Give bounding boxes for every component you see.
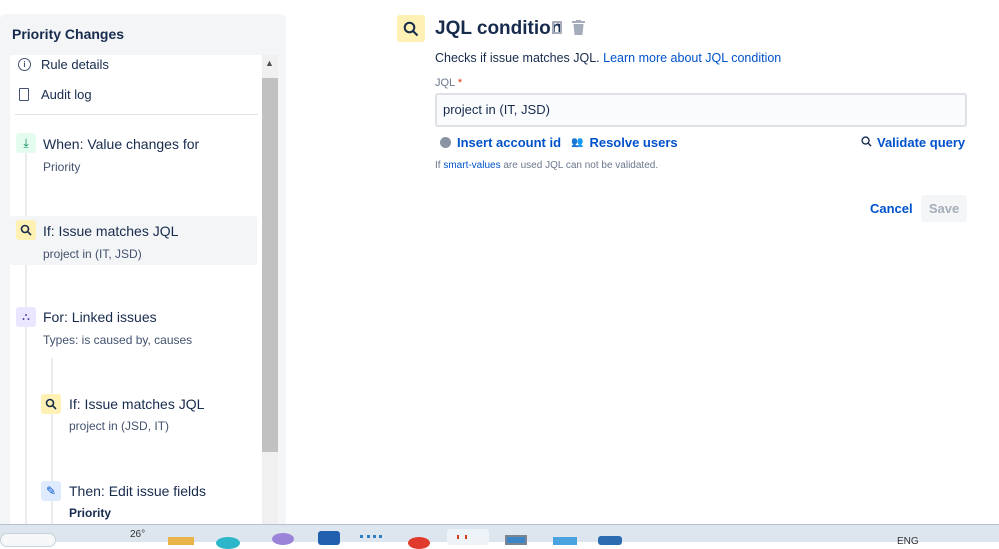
nav-audit-log[interactable]: Audit log: [18, 85, 92, 103]
description-text: Checks if issue matches JQL.: [435, 51, 600, 65]
branch-icon: ⛬: [16, 307, 36, 327]
browser-icon[interactable]: [216, 537, 240, 549]
step-title: For: Linked issues: [43, 309, 157, 325]
resolve-users-button[interactable]: 👥 Resolve users: [571, 135, 678, 150]
validation-hint: If smart-values are used JQL can not be …: [435, 160, 659, 171]
step-title: When: Value changes for: [43, 136, 200, 152]
monitor-icon[interactable]: [505, 535, 527, 545]
pencil-icon: ✎: [41, 481, 61, 501]
chrome-icon[interactable]: [408, 537, 430, 549]
trash-icon[interactable]: [572, 20, 585, 40]
search-icon: [397, 15, 425, 42]
step-title: Then: Edit issue fields: [69, 483, 206, 499]
nav-label: Audit log: [41, 86, 92, 102]
nav-label: Rule details: [41, 56, 109, 72]
users-icon: 👥: [571, 137, 584, 148]
panel-title: JQL condition: [435, 18, 563, 39]
taskbar: 26° ENG: [0, 524, 999, 549]
app-icon[interactable]: [272, 533, 294, 545]
trigger-icon: ⤓: [16, 133, 36, 153]
document-icon: [19, 87, 29, 101]
file-explorer-icon[interactable]: [168, 537, 194, 545]
required-marker: *: [457, 77, 463, 89]
rule-title: Priority Changes: [12, 26, 125, 42]
step-title: If: Issue matches JQL: [43, 223, 179, 239]
button-label: Resolve users: [589, 135, 678, 150]
step-subtitle: project in (JSD, IT): [69, 419, 170, 433]
connector-line: [25, 153, 27, 524]
nav-rule-details[interactable]: i Rule details: [18, 55, 109, 73]
scrollbar-thumb[interactable]: [262, 78, 278, 452]
info-icon: i: [18, 57, 31, 71]
panel-description: Checks if issue matches JQL. Learn more …: [435, 51, 781, 65]
button-label: Insert account id: [457, 135, 562, 150]
search-icon: [16, 220, 36, 240]
search-icon: [41, 394, 61, 414]
save-button[interactable]: Save: [921, 195, 967, 222]
app-icon[interactable]: [598, 536, 622, 545]
step-title: If: Issue matches JQL: [69, 396, 205, 412]
step-subtitle: project in (IT, JSD): [43, 247, 142, 261]
copy-icon[interactable]: [552, 21, 562, 34]
calendar-icon[interactable]: [360, 535, 382, 545]
step-subtitle: Types: is caused by, causes: [43, 333, 193, 347]
active-app-icon[interactable]: [447, 529, 489, 545]
validate-query-button[interactable]: Validate query: [861, 135, 965, 150]
rule-steps-list: [10, 55, 262, 524]
step-subtitle: Priority: [43, 160, 81, 174]
weather-widget[interactable]: 26°: [130, 529, 145, 540]
insert-account-id-button[interactable]: Insert account id: [440, 135, 561, 150]
learn-more-link[interactable]: Learn more about JQL condition: [603, 51, 781, 65]
jql-input[interactable]: project in (IT, JSD): [435, 93, 967, 127]
cancel-button[interactable]: Cancel: [870, 201, 913, 216]
search-icon: [861, 135, 872, 150]
button-label: Validate query: [877, 135, 966, 150]
scroll-up-arrow-icon[interactable]: ▲: [265, 58, 274, 68]
jql-label: JQL *: [435, 77, 463, 89]
user-icon: [440, 137, 451, 148]
step-subtitle: Priority: [69, 506, 112, 520]
smart-values-link[interactable]: smart-values: [443, 160, 500, 171]
app-icon[interactable]: [553, 537, 577, 545]
outlook-icon[interactable]: [318, 531, 340, 545]
divider: [15, 114, 258, 115]
taskbar-search[interactable]: [0, 533, 56, 547]
